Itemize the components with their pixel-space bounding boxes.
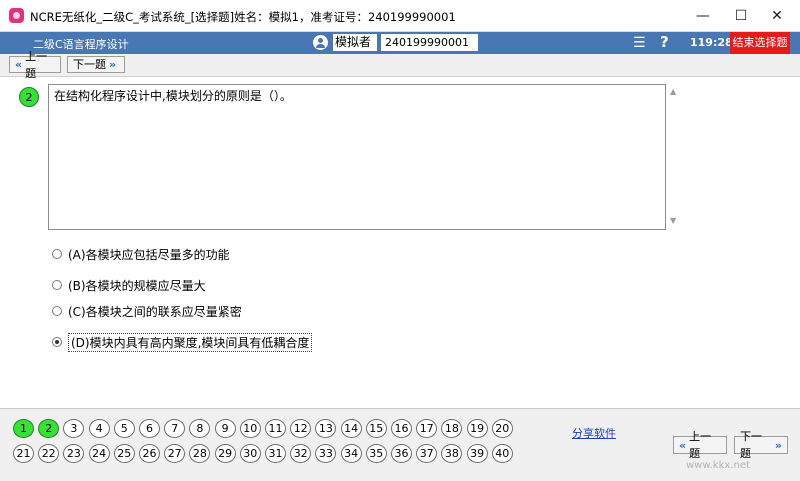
option-c[interactable]: (C)各模块之间的联系应尽量紧密: [52, 303, 242, 319]
question-jump-30[interactable]: 30: [239, 444, 261, 463]
option-d-label: (D)模块内具有高内聚度,模块间具有低耦合度: [68, 332, 313, 352]
question-jump-19[interactable]: 19: [466, 419, 488, 438]
question-jump-12[interactable]: 12: [290, 419, 312, 438]
option-b-label: (B)各模块的规模应尽量大: [68, 278, 206, 293]
question-jump-22[interactable]: 22: [38, 444, 60, 463]
question-jump-18[interactable]: 18: [441, 419, 463, 438]
question-jump-38[interactable]: 38: [441, 444, 463, 463]
question-jump-15[interactable]: 15: [365, 419, 387, 438]
scroll-down-icon[interactable]: ▼: [670, 216, 676, 225]
question-jump-36[interactable]: 36: [391, 444, 412, 463]
question-jump-37[interactable]: 37: [416, 444, 438, 463]
option-b[interactable]: (B)各模块的规模应尽量大: [52, 277, 206, 293]
option-b-radio[interactable]: [52, 280, 62, 290]
option-c-radio[interactable]: [52, 306, 62, 316]
question-jump-31[interactable]: 31: [265, 444, 286, 463]
question-jump-39[interactable]: 39: [466, 444, 488, 463]
option-c-label: (C)各模块之间的联系应尽量紧密: [68, 304, 242, 319]
question-jump-11[interactable]: 11: [265, 419, 286, 438]
next-label: 下一题: [740, 430, 762, 460]
question-jump-21[interactable]: 21: [13, 444, 34, 463]
prev-label: 上一题: [25, 49, 48, 80]
next-question-button-bottom[interactable]: 下一题 »: [734, 430, 788, 460]
countdown-timer: 119:28: [690, 36, 733, 49]
question-text-box: 在结构化程序设计中,模块划分的原则是（）。: [48, 84, 666, 230]
question-navigator-panel: 1 2 3 4 5 6 7 8 9 10 11 12 13 14 15 16 17 18 19 20 21 22 23 24 2…: [0, 408, 800, 481]
title-bar: NCRE无纸化_二级C_考试系统_[选择题]姓名：模拟1，准考证号：240199…: [0, 0, 800, 32]
question-jump-34[interactable]: 34: [340, 444, 362, 463]
scroll-up-icon[interactable]: ▲: [670, 87, 676, 96]
question-jump-28[interactable]: 28: [189, 444, 211, 463]
question-jump-10[interactable]: 10: [239, 419, 261, 438]
question-jump-20[interactable]: 20: [491, 419, 513, 438]
prev-arrow-icon: «: [15, 58, 23, 71]
watermark: www.kkx.net: [686, 460, 750, 471]
user-icon: [313, 35, 328, 50]
close-button[interactable]: ✕: [754, 0, 800, 31]
help-icon[interactable]: ?: [660, 33, 672, 51]
question-jump-24[interactable]: 24: [88, 444, 110, 463]
next-question-button[interactable]: 下一题 »: [67, 56, 125, 73]
option-d-radio[interactable]: [52, 337, 62, 347]
prev-question-button-bottom[interactable]: « 上一题: [673, 430, 727, 460]
question-jump-33[interactable]: 33: [315, 444, 337, 463]
candidate-name: 模拟者: [333, 34, 377, 51]
prev-question-button[interactable]: « 上一题: [9, 50, 61, 80]
question-jump-5[interactable]: 5: [113, 419, 135, 438]
prev-arrow-icon: «: [679, 438, 687, 452]
question-jump-6[interactable]: 6: [139, 419, 160, 438]
question-jump-17[interactable]: 17: [416, 419, 438, 438]
question-jump-23[interactable]: 23: [63, 444, 85, 463]
question-list-icon[interactable]: ☰: [633, 34, 649, 52]
option-a[interactable]: (A)各模块应包括尽量多的功能: [52, 246, 230, 262]
question-jump-25[interactable]: 25: [113, 444, 135, 463]
nav-toolbar: « 上一题 下一题 »: [0, 50, 800, 80]
end-section-button[interactable]: 结束选择题: [730, 32, 790, 54]
next-arrow-icon: »: [774, 438, 782, 452]
app-icon: [9, 8, 24, 23]
question-jump-16[interactable]: 16: [391, 419, 412, 438]
question-jump-8[interactable]: 8: [189, 419, 211, 438]
question-jump-9[interactable]: 9: [214, 419, 236, 438]
prev-label: 上一题: [689, 430, 712, 460]
question-jump-26[interactable]: 26: [139, 444, 160, 463]
question-jump-27[interactable]: 27: [164, 444, 186, 463]
question-jump-7[interactable]: 7: [164, 419, 186, 438]
question-jump-2[interactable]: 2: [38, 419, 60, 438]
question-jump-3[interactable]: 3: [63, 419, 85, 438]
question-jump-14[interactable]: 14: [340, 419, 362, 438]
share-software-link[interactable]: 分享软件: [572, 425, 616, 441]
exam-header-bar: 二级C语言程序设计 模拟者 240199990001 ☰ ? 119:28 结束…: [0, 32, 800, 54]
question-jump-35[interactable]: 35: [365, 444, 387, 463]
question-number-badge: 2: [19, 87, 39, 107]
option-d[interactable]: (D)模块内具有高内聚度,模块间具有低耦合度: [52, 332, 313, 352]
question-jump-1[interactable]: 1: [13, 419, 34, 438]
question-jump-4[interactable]: 4: [88, 419, 110, 438]
next-arrow-icon: »: [109, 58, 117, 71]
option-a-radio[interactable]: [52, 249, 62, 259]
question-scrollbar[interactable]: ▲ ▼: [668, 84, 680, 230]
next-label: 下一题: [73, 58, 106, 71]
question-jump-32[interactable]: 32: [290, 444, 312, 463]
question-jump-40[interactable]: 40: [491, 444, 513, 463]
window-title: NCRE无纸化_二级C_考试系统_[选择题]姓名：模拟1，准考证号：240199…: [30, 10, 456, 24]
candidate-id: 240199990001: [381, 34, 478, 51]
question-jump-13[interactable]: 13: [315, 419, 337, 438]
option-a-label: (A)各模块应包括尽量多的功能: [68, 247, 230, 262]
question-jump-29[interactable]: 29: [214, 444, 236, 463]
